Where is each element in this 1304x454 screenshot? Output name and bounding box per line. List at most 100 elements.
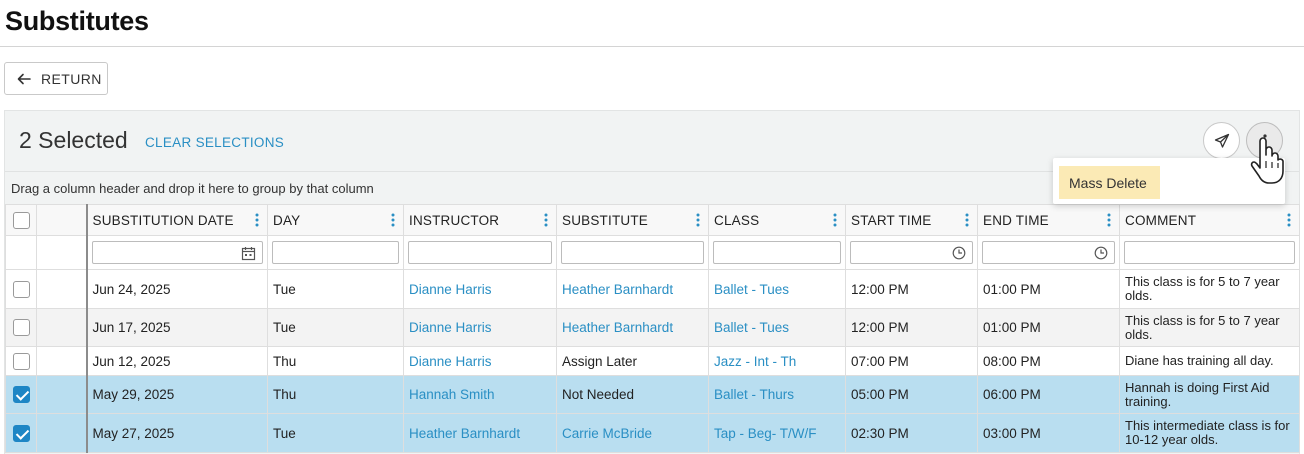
class-link[interactable]: Jazz - Int - Th — [708, 346, 846, 376]
comment-cell: Hannah is doing First Aid training. — [1119, 375, 1300, 414]
row-checkbox-cell — [5, 269, 37, 309]
instructor-link[interactable]: Hannah Smith — [403, 375, 557, 414]
substitute-cell[interactable]: Carrie McBride — [556, 413, 709, 453]
spacer-header — [36, 204, 88, 236]
row-spacer-cell — [36, 346, 88, 376]
date-cell: Jun 24, 2025 — [86, 269, 268, 309]
return-label: RETURN — [41, 70, 102, 87]
class-link[interactable]: Ballet - Tues — [708, 308, 846, 347]
column-header-comment[interactable]: COMMENT — [1119, 204, 1300, 236]
column-header-start-time[interactable]: START TIME — [845, 204, 978, 236]
table-row[interactable]: May 29, 2025 Thu Hannah Smith Not Needed Bal… — [5, 375, 1300, 414]
filter-row — [5, 235, 1300, 270]
substitute-filter-input[interactable] — [561, 241, 704, 264]
column-header-end-time[interactable]: END TIME — [977, 204, 1120, 236]
title-divider — [0, 46, 1304, 47]
start-time-cell: 05:00 PM — [845, 375, 978, 414]
menu-item-mass-delete[interactable]: Mass Delete — [1059, 166, 1160, 199]
start-time-cell: 12:00 PM — [845, 269, 978, 309]
start-time-cell: 02:30 PM — [845, 413, 978, 453]
date-filter-input[interactable] — [91, 241, 263, 264]
column-menu-icon[interactable] — [1107, 213, 1111, 227]
comment-cell: This intermediate class is for 10-12 yea… — [1119, 413, 1300, 453]
substitutes-table: SUBSTITUTION DATE DAY INSTRUCTOR SUBSTIT… — [5, 204, 1300, 453]
column-header-class[interactable]: CLASS — [708, 204, 846, 236]
end-time-cell: 06:00 PM — [977, 375, 1120, 414]
instructor-filter-input[interactable] — [408, 241, 552, 264]
row-checkbox[interactable] — [12, 424, 30, 442]
filter-spacer — [5, 235, 37, 270]
substitute-cell[interactable]: Heather Barnhardt — [556, 269, 709, 309]
column-menu-icon[interactable] — [544, 213, 548, 227]
day-filter-input[interactable] — [272, 241, 399, 264]
table-row[interactable]: May 27, 2025 Tue Heather Barnhardt Carrie M… — [5, 413, 1300, 453]
end-time-cell: 08:00 PM — [977, 346, 1120, 376]
substitute-cell[interactable]: Heather Barnhardt — [556, 308, 709, 347]
column-menu-icon[interactable] — [965, 213, 969, 227]
page-title: Substitutes — [5, 6, 149, 36]
row-checkbox[interactable] — [12, 280, 30, 298]
column-menu-icon[interactable] — [255, 213, 259, 227]
column-header-substitution-date[interactable]: SUBSTITUTION DATE — [86, 204, 268, 236]
column-header-instructor[interactable]: INSTRUCTOR — [403, 204, 557, 236]
day-cell: Tue — [267, 308, 404, 347]
clear-selections-link[interactable]: CLEAR SELECTIONS — [145, 135, 284, 150]
selected-count: 2 Selected — [19, 127, 128, 153]
class-link[interactable]: Ballet - Tues — [708, 269, 846, 309]
end-time-filter-input[interactable] — [982, 241, 1115, 264]
row-checkbox[interactable] — [12, 319, 30, 336]
instructor-link[interactable]: Heather Barnhardt — [403, 413, 557, 453]
column-menu-icon[interactable] — [1287, 213, 1291, 227]
class-link[interactable]: Ballet - Thurs — [708, 375, 846, 414]
column-header-day[interactable]: DAY — [267, 204, 404, 236]
return-button[interactable]: RETURN — [4, 62, 108, 95]
comment-cell: Diane has training all day. — [1119, 346, 1300, 376]
clock-icon[interactable] — [1094, 246, 1108, 260]
comment-filter-input[interactable] — [1124, 241, 1295, 264]
arrow-left-icon — [17, 73, 31, 84]
end-time-cell: 03:00 PM — [977, 413, 1120, 453]
clock-icon[interactable] — [952, 246, 966, 260]
end-time-cell: 01:00 PM — [977, 269, 1120, 309]
column-header-substitute[interactable]: SUBSTITUTE — [556, 204, 709, 236]
instructor-link[interactable]: Dianne Harris — [403, 269, 557, 309]
select-all-checkbox[interactable] — [12, 211, 30, 229]
hand-pointer-icon — [1250, 137, 1284, 184]
calendar-icon[interactable] — [241, 246, 256, 261]
day-cell: Tue — [267, 269, 404, 309]
send-button[interactable] — [1203, 122, 1240, 159]
instructor-link[interactable]: Dianne Harris — [403, 308, 557, 347]
class-filter-input[interactable] — [713, 241, 841, 264]
row-checkbox[interactable] — [12, 386, 30, 403]
substitutes-grid: 2 Selected CLEAR SELECTIONS Mass Delete … — [4, 110, 1300, 454]
column-menu-icon[interactable] — [833, 213, 837, 227]
table-row[interactable]: Jun 12, 2025 Thu Dianne Harris Assign Later… — [5, 346, 1300, 376]
comment-cell: This class is for 5 to 7 year olds. — [1119, 308, 1300, 347]
table-row[interactable]: Jun 17, 2025 Tue Dianne Harris Heather Barn… — [5, 308, 1300, 347]
select-all-cell — [5, 204, 37, 236]
header-row: SUBSTITUTION DATE DAY INSTRUCTOR SUBSTIT… — [5, 204, 1300, 236]
row-spacer-cell — [36, 308, 88, 347]
column-menu-icon[interactable] — [391, 213, 395, 227]
row-spacer-cell — [36, 375, 88, 414]
paper-plane-icon — [1214, 133, 1229, 148]
substitute-cell: Not Needed — [556, 375, 709, 414]
column-menu-icon[interactable] — [696, 213, 700, 227]
start-time-cell: 07:00 PM — [845, 346, 978, 376]
class-link[interactable]: Tap - Beg- T/W/F — [708, 413, 846, 453]
date-cell: May 29, 2025 — [86, 375, 268, 414]
table-row[interactable]: Jun 24, 2025 Tue Dianne Harris Heather Barn… — [5, 269, 1300, 309]
row-checkbox[interactable] — [12, 352, 30, 370]
row-checkbox-cell — [5, 346, 37, 376]
instructor-link[interactable]: Dianne Harris — [403, 346, 557, 376]
day-cell: Tue — [267, 413, 404, 453]
row-checkbox-cell — [5, 375, 37, 414]
day-cell: Thu — [267, 346, 404, 376]
start-time-cell: 12:00 PM — [845, 308, 978, 347]
row-checkbox-cell — [5, 308, 37, 347]
comment-cell: This class is for 5 to 7 year olds. — [1119, 269, 1300, 309]
day-cell: Thu — [267, 375, 404, 414]
start-time-filter-input[interactable] — [850, 241, 973, 264]
row-spacer-cell — [36, 413, 88, 453]
date-cell: May 27, 2025 — [86, 413, 268, 453]
